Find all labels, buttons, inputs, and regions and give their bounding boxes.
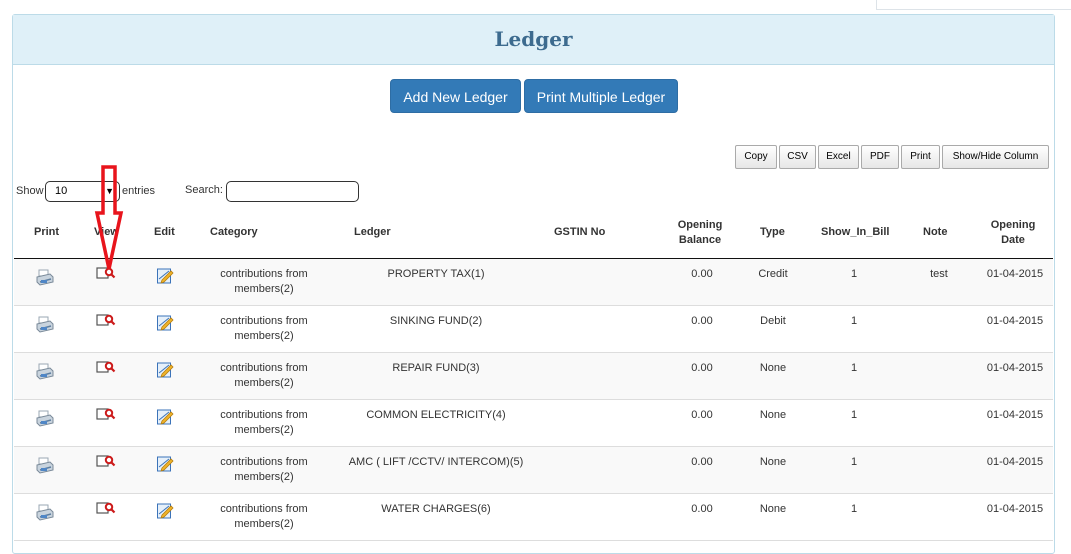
column-header-print[interactable]: Print (34, 225, 59, 240)
entries-select-value: 10 (55, 185, 68, 197)
panel-header: Ledger (13, 15, 1054, 65)
show-in-bill-value: 1 (850, 456, 858, 468)
ledger-name: AMC ( LIFT /CCTV/ INTERCOM)(5) (348, 456, 524, 468)
column-header-gstin[interactable]: GSTIN No (554, 225, 605, 240)
csv-button[interactable]: CSV (779, 145, 816, 169)
ledger-name: WATER CHARGES(6) (381, 503, 491, 515)
opening-date-value: 01-04-2015 (986, 456, 1044, 468)
category-line2: members(2) (234, 518, 294, 530)
printer-icon[interactable] (36, 315, 54, 338)
magnify-view-icon[interactable] (96, 313, 116, 334)
column-header-opening-balance-line2: Balance (678, 234, 722, 246)
column-header-ledger[interactable]: Ledger (354, 225, 391, 240)
table-row: contributions from members(2) SINKING FUND… (14, 306, 1053, 353)
show-in-bill-value: 1 (850, 409, 858, 421)
magnify-view-icon[interactable] (96, 501, 116, 522)
edit-pencil-icon[interactable] (156, 455, 174, 478)
column-header-opening-balance-line1: Opening (677, 219, 723, 231)
category-line1: contributions from (220, 503, 308, 515)
red-down-arrow-icon (94, 165, 124, 270)
top-strip (876, 0, 1071, 10)
opening-balance-value: 0.00 (691, 456, 713, 468)
show-label: Show (16, 185, 44, 197)
edit-pencil-icon[interactable] (156, 361, 174, 384)
category-line2: members(2) (234, 377, 294, 389)
edit-pencil-icon[interactable] (156, 314, 174, 337)
opening-balance-value: 0.00 (691, 315, 713, 327)
opening-date-value: 01-04-2015 (986, 409, 1044, 421)
category-line2: members(2) (234, 424, 294, 436)
opening-balance-value: 0.00 (691, 503, 713, 515)
magnify-view-icon[interactable] (96, 407, 116, 428)
copy-button[interactable]: Copy (735, 145, 777, 169)
column-header-show-in-bill[interactable]: Show_In_Bill (821, 225, 889, 240)
search-input[interactable] (226, 181, 359, 202)
ledger-name: SINKING FUND(2) (389, 315, 483, 327)
table-row: contributions from members(2) REPAIR FUND(… (14, 353, 1053, 400)
printer-icon[interactable] (36, 409, 54, 432)
category-line1: contributions from (220, 409, 308, 421)
column-header-opening-date-line1: Opening (990, 219, 1036, 231)
edit-pencil-icon[interactable] (156, 408, 174, 431)
column-header-opening-balance[interactable]: Opening Balance (668, 218, 732, 248)
show-in-bill-value: 1 (850, 362, 858, 374)
column-header-category[interactable]: Category (210, 225, 258, 240)
page-title: Ledger (494, 27, 573, 51)
print-multiple-ledger-button[interactable]: Print Multiple Ledger (524, 79, 678, 113)
excel-button[interactable]: Excel (818, 145, 859, 169)
table-row: contributions from members(2) WATER CHARGE… (14, 494, 1053, 541)
opening-date-value: 01-04-2015 (986, 268, 1044, 280)
edit-pencil-icon[interactable] (156, 502, 174, 525)
type-value: None (759, 503, 787, 515)
category-line1: contributions from (220, 315, 308, 327)
opening-date-value: 01-04-2015 (986, 362, 1044, 374)
show-in-bill-value: 1 (850, 268, 858, 280)
category-line2: members(2) (234, 471, 294, 483)
entries-label: entries (122, 185, 156, 197)
search-label: Search: (185, 184, 223, 196)
printer-icon[interactable] (36, 268, 54, 291)
column-header-note[interactable]: Note (923, 225, 947, 240)
category-line1: contributions from (220, 362, 308, 374)
type-value: Debit (760, 315, 786, 327)
opening-date-value: 01-04-2015 (986, 315, 1044, 327)
note-value: test (930, 268, 948, 280)
ledger-name: PROPERTY TAX(1) (387, 268, 485, 280)
ledger-name: COMMON ELECTRICITY(4) (366, 409, 506, 421)
table-row: contributions from members(2) PROPERTY TAX… (14, 259, 1053, 306)
printer-icon[interactable] (36, 456, 54, 479)
table-row: contributions from members(2) AMC ( LIFT /… (14, 447, 1053, 494)
column-header-opening-date-line2: Date (1001, 234, 1025, 246)
type-value: None (759, 456, 787, 468)
type-value: None (759, 409, 787, 421)
print-export-button[interactable]: Print (901, 145, 940, 169)
column-header-opening-date[interactable]: Opening Date (984, 218, 1042, 248)
category-line2: members(2) (234, 283, 294, 295)
opening-date-value: 01-04-2015 (986, 503, 1044, 515)
printer-icon[interactable] (36, 362, 54, 385)
show-hide-column-button[interactable]: Show/Hide Column (942, 145, 1049, 169)
opening-balance-value: 0.00 (691, 409, 713, 421)
add-new-ledger-button[interactable]: Add New Ledger (390, 79, 521, 113)
type-value: None (759, 362, 787, 374)
category-line2: members(2) (234, 330, 294, 342)
opening-balance-value: 0.00 (691, 362, 713, 374)
ledger-name: REPAIR FUND(3) (392, 362, 480, 374)
table-row: contributions from members(2) COMMON ELECT… (14, 400, 1053, 447)
show-in-bill-value: 1 (850, 315, 858, 327)
category-line1: contributions from (220, 268, 308, 280)
opening-balance-value: 0.00 (691, 268, 713, 280)
column-header-edit[interactable]: Edit (154, 225, 175, 240)
type-value: Credit (758, 268, 788, 280)
pdf-button[interactable]: PDF (861, 145, 899, 169)
category-line1: contributions from (220, 456, 308, 468)
magnify-view-icon[interactable] (96, 360, 116, 381)
show-in-bill-value: 1 (850, 503, 858, 515)
magnify-view-icon[interactable] (96, 454, 116, 475)
column-header-type[interactable]: Type (760, 225, 785, 240)
printer-icon[interactable] (36, 503, 54, 526)
edit-pencil-icon[interactable] (156, 267, 174, 290)
